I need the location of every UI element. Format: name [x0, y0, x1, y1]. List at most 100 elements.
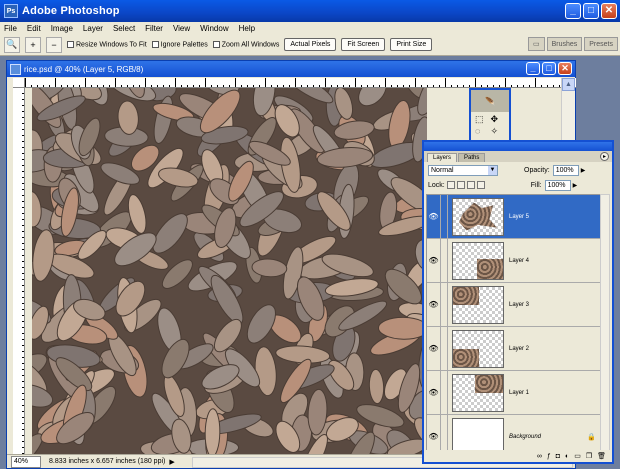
- menu-help[interactable]: Help: [239, 24, 255, 33]
- layer-row-2[interactable]: 👁 Layer 2: [427, 327, 601, 371]
- layer-row-4[interactable]: 👁 Layer 4: [427, 239, 601, 283]
- fill-label: Fill:: [530, 181, 542, 189]
- document-info: 8.833 inches x 6.657 inches (180 ppi): [49, 458, 166, 465]
- rice-grain: [358, 88, 387, 107]
- resize-windows-option[interactable]: Resize Windows To Fit: [67, 40, 147, 48]
- ruler-corner: [13, 78, 25, 88]
- layers-palette-footer: ∞ ƒ ◘ ◐ ▭ ❐ 🗑: [424, 450, 612, 462]
- delete-layer-icon[interactable]: 🗑: [597, 452, 606, 460]
- layers-palette-titlebar: [424, 142, 612, 151]
- rice-grain: [254, 346, 277, 397]
- palette-well: ▭ Brushes Presets: [527, 37, 618, 51]
- layer-mask-icon[interactable]: ◘: [556, 453, 560, 460]
- tab-layers[interactable]: Layers: [427, 153, 458, 162]
- minimize-button[interactable]: _: [565, 3, 581, 19]
- doc-minimize-button[interactable]: _: [526, 62, 540, 75]
- layer-row-5[interactable]: 👁 Layer 5: [427, 195, 601, 239]
- link-layers-icon[interactable]: ∞: [537, 453, 542, 460]
- magic-wand-icon[interactable]: ✧: [491, 126, 506, 137]
- visibility-eye-icon[interactable]: 👁: [427, 283, 441, 326]
- status-menu-arrow-icon[interactable]: ▶: [169, 458, 174, 466]
- menu-view[interactable]: View: [173, 24, 190, 33]
- lock-all-icon[interactable]: [476, 181, 485, 189]
- lock-label: Lock:: [428, 181, 445, 189]
- rice-grain: [32, 229, 55, 282]
- new-layer-icon[interactable]: ❐: [586, 452, 592, 460]
- rice-grains-image: [32, 88, 427, 454]
- marquee-tool-icon[interactable]: ⬚: [475, 114, 490, 125]
- actual-pixels-button[interactable]: Actual Pixels: [284, 38, 337, 51]
- menu-window[interactable]: Window: [200, 24, 228, 33]
- lock-icon: 🔒: [587, 433, 596, 441]
- zoom-in-icon[interactable]: +: [25, 36, 41, 53]
- photoshop-logo-icon: Ps: [4, 4, 18, 18]
- tab-paths[interactable]: Paths: [458, 153, 486, 162]
- layer-style-icon[interactable]: ƒ: [547, 453, 551, 460]
- doc-close-button[interactable]: ✕: [558, 62, 572, 75]
- layer-name: Layer 4: [509, 257, 530, 264]
- blend-mode-select[interactable]: Normal ▼: [428, 164, 498, 176]
- fill-arrow-icon[interactable]: ▶: [573, 182, 578, 189]
- close-button[interactable]: ✕: [601, 3, 617, 19]
- toolbox-header: 🪶: [471, 90, 509, 112]
- layer-name: Layer 3: [509, 301, 530, 308]
- document-title: rice.psd @ 40% (Layer 5, RGB/8): [24, 64, 144, 74]
- brushes-tab[interactable]: Brushes: [546, 37, 583, 51]
- visibility-eye-icon[interactable]: 👁: [427, 327, 441, 370]
- move-tool-icon[interactable]: ✥: [491, 114, 506, 125]
- layer-thumbnail: [452, 241, 504, 280]
- adjustment-layer-icon[interactable]: ◐: [565, 453, 569, 460]
- layer-thumbnail: [452, 197, 504, 236]
- menu-filter[interactable]: Filter: [145, 24, 163, 33]
- vertical-ruler: [13, 88, 25, 454]
- layer-row-3[interactable]: 👁 Layer 3: [427, 283, 601, 327]
- opacity-arrow-icon[interactable]: ▶: [581, 167, 586, 174]
- zoom-icon[interactable]: 🔍: [4, 36, 20, 53]
- menu-select[interactable]: Select: [113, 24, 135, 33]
- app-title: Adobe Photoshop: [22, 5, 120, 17]
- visibility-eye-icon[interactable]: 👁: [427, 371, 441, 414]
- lock-image-icon[interactable]: [456, 181, 465, 189]
- layer-row-background[interactable]: 👁 Background 🔒: [427, 415, 601, 451]
- image-canvas[interactable]: [32, 88, 427, 454]
- menu-image[interactable]: Image: [51, 24, 73, 33]
- layer-thumbnail: [452, 373, 504, 412]
- layer-name: Layer 2: [509, 345, 530, 352]
- layers-scrollbar[interactable]: [600, 194, 610, 452]
- document-icon: [10, 63, 21, 75]
- layer-thumbnail: [452, 329, 504, 368]
- presets-tab[interactable]: Presets: [584, 37, 618, 51]
- zoom-level-field[interactable]: 40%: [11, 455, 41, 468]
- layer-list: 👁 Layer 5 👁 Layer 4 👁 Layer 3 👁 Layer 2 …: [426, 194, 602, 452]
- visibility-eye-icon[interactable]: 👁: [427, 239, 441, 282]
- horizontal-ruler: [25, 78, 576, 88]
- palette-menu-icon[interactable]: ▸: [600, 152, 609, 161]
- zoom-out-icon[interactable]: −: [46, 36, 62, 53]
- palette-well-icon[interactable]: ▭: [527, 37, 545, 51]
- visibility-eye-icon[interactable]: 👁: [427, 415, 441, 451]
- lock-position-icon[interactable]: [466, 181, 475, 189]
- lock-transparent-icon[interactable]: [446, 181, 455, 189]
- zoom-all-option[interactable]: Zoom All Windows: [212, 40, 279, 48]
- menu-edit[interactable]: Edit: [27, 24, 41, 33]
- layer-name: Layer 1: [509, 389, 530, 396]
- menu-file[interactable]: File: [4, 24, 17, 33]
- lasso-tool-icon[interactable]: ◌: [475, 126, 490, 137]
- maximize-button[interactable]: □: [583, 3, 599, 19]
- visibility-eye-icon[interactable]: 👁: [427, 195, 441, 238]
- print-size-button[interactable]: Print Size: [390, 38, 433, 51]
- fill-field[interactable]: 100%: [544, 179, 571, 191]
- new-group-icon[interactable]: ▭: [574, 452, 581, 460]
- fit-screen-button[interactable]: Fit Screen: [341, 38, 386, 51]
- layer-name: Background: [509, 433, 542, 440]
- layer-thumbnail: [452, 285, 504, 324]
- layer-row-1[interactable]: 👁 Layer 1: [427, 371, 601, 415]
- layers-palette: Layers Paths ▸ Normal ▼ Opacity: 100% ▶ L…: [422, 140, 614, 464]
- doc-maximize-button[interactable]: □: [542, 62, 556, 75]
- toolbox: 🪶 ⬚ ✥ ◌ ✧: [469, 88, 511, 144]
- menu-layer[interactable]: Layer: [83, 24, 103, 33]
- scroll-up-icon[interactable]: ▲: [562, 78, 575, 91]
- opacity-label: Opacity:: [524, 166, 550, 174]
- opacity-field[interactable]: 100%: [552, 164, 579, 176]
- ignore-palettes-option[interactable]: Ignore Palettes: [151, 40, 208, 48]
